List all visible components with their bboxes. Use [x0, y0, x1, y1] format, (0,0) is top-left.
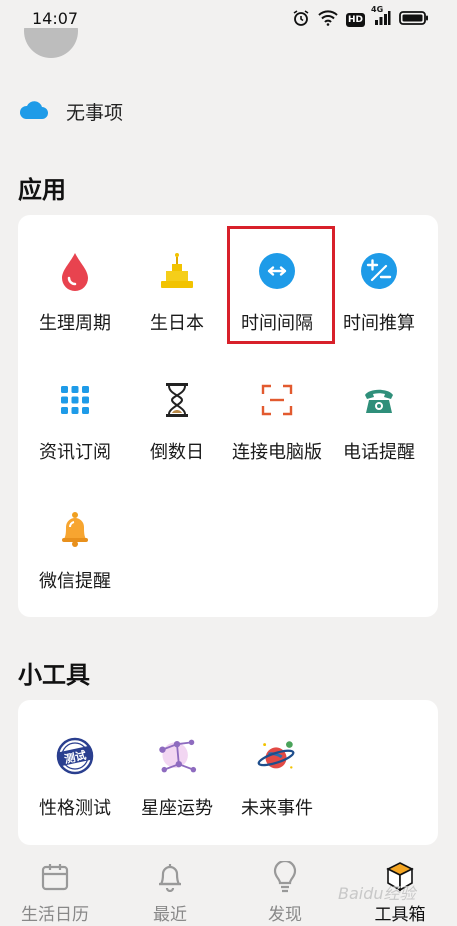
avatar[interactable] [24, 28, 78, 62]
cloud-icon [18, 99, 48, 125]
app-label: 生日本 [150, 313, 204, 334]
nav-label: 生活日历 [21, 905, 89, 925]
constellation-icon [157, 736, 197, 776]
tools-page: 14:07 HD 4G 无事项 应用 生理周期 生日本 时间间隔 时间推算 资讯… [0, 0, 457, 926]
app-connect-pc[interactable]: 连接电脑版 [222, 380, 332, 464]
weather-text: 无事项 [66, 102, 124, 124]
scan-frame-icon [257, 380, 297, 420]
apps-section-title: 应用 [18, 176, 66, 204]
blood-drop-icon [55, 251, 95, 291]
tool-future-events[interactable]: 未来事件 [222, 736, 332, 820]
tool-label: 未来事件 [241, 798, 313, 819]
app-phone-reminder[interactable]: 电话提醒 [324, 380, 434, 464]
hd-icon: HD [345, 13, 365, 27]
nav-recent[interactable]: 最近 [120, 860, 220, 925]
highlight-box [227, 226, 335, 344]
planet-icon [257, 736, 297, 776]
app-birthday-book[interactable]: 生日本 [122, 251, 232, 335]
status-time: 14:07 [32, 9, 79, 28]
app-countdown-days[interactable]: 倒数日 [122, 380, 232, 464]
app-label: 生理周期 [39, 313, 111, 334]
tool-label: 性格测试 [39, 798, 111, 819]
tool-label: 星座运势 [141, 798, 213, 819]
app-label: 倒数日 [150, 442, 204, 463]
tools-card: 测试 性格测试 星座运势 未来事件 [18, 700, 438, 845]
app-label: 电话提醒 [343, 442, 415, 463]
nav-life-calendar[interactable]: 生活日历 [5, 860, 105, 925]
telephone-icon [359, 380, 399, 420]
app-time-calculation[interactable]: 时间推算 [324, 251, 434, 335]
nav-label: 最近 [153, 905, 187, 925]
app-label: 微信提醒 [39, 571, 111, 592]
grid-icon [55, 380, 95, 420]
lightbulb-icon [235, 860, 335, 894]
wifi-icon [318, 10, 338, 30]
app-label: 时间推算 [343, 313, 415, 334]
test-stamp-icon: 测试 [55, 736, 95, 776]
app-menstrual-cycle[interactable]: 生理周期 [20, 251, 130, 335]
app-label: 资讯订阅 [39, 442, 111, 463]
nav-discover[interactable]: 发现 [235, 860, 335, 925]
battery-icon [399, 10, 429, 30]
app-label: 连接电脑版 [232, 442, 322, 463]
signal-icon: 4G [371, 5, 391, 30]
plus-minus-icon [359, 251, 399, 291]
weather-row[interactable]: 无事项 [18, 98, 123, 125]
tool-personality-test[interactable]: 测试 性格测试 [20, 736, 130, 820]
alarm-icon [292, 9, 310, 31]
bell-icon [55, 509, 95, 549]
stamp-text: 测试 [63, 748, 87, 766]
birthday-cake-icon [157, 251, 197, 291]
app-news-subscription[interactable]: 资讯订阅 [20, 380, 130, 464]
bell-outline-icon [120, 860, 220, 894]
calendar-icon [5, 860, 105, 894]
tool-horoscope[interactable]: 星座运势 [122, 736, 232, 820]
nav-label: 发现 [268, 905, 302, 925]
tools-section-title: 小工具 [18, 661, 90, 689]
network-label: 4G [371, 5, 384, 14]
app-wechat-reminder[interactable]: 微信提醒 [20, 509, 130, 593]
watermark: Baidu经验 [338, 884, 416, 903]
hourglass-icon [157, 380, 197, 420]
